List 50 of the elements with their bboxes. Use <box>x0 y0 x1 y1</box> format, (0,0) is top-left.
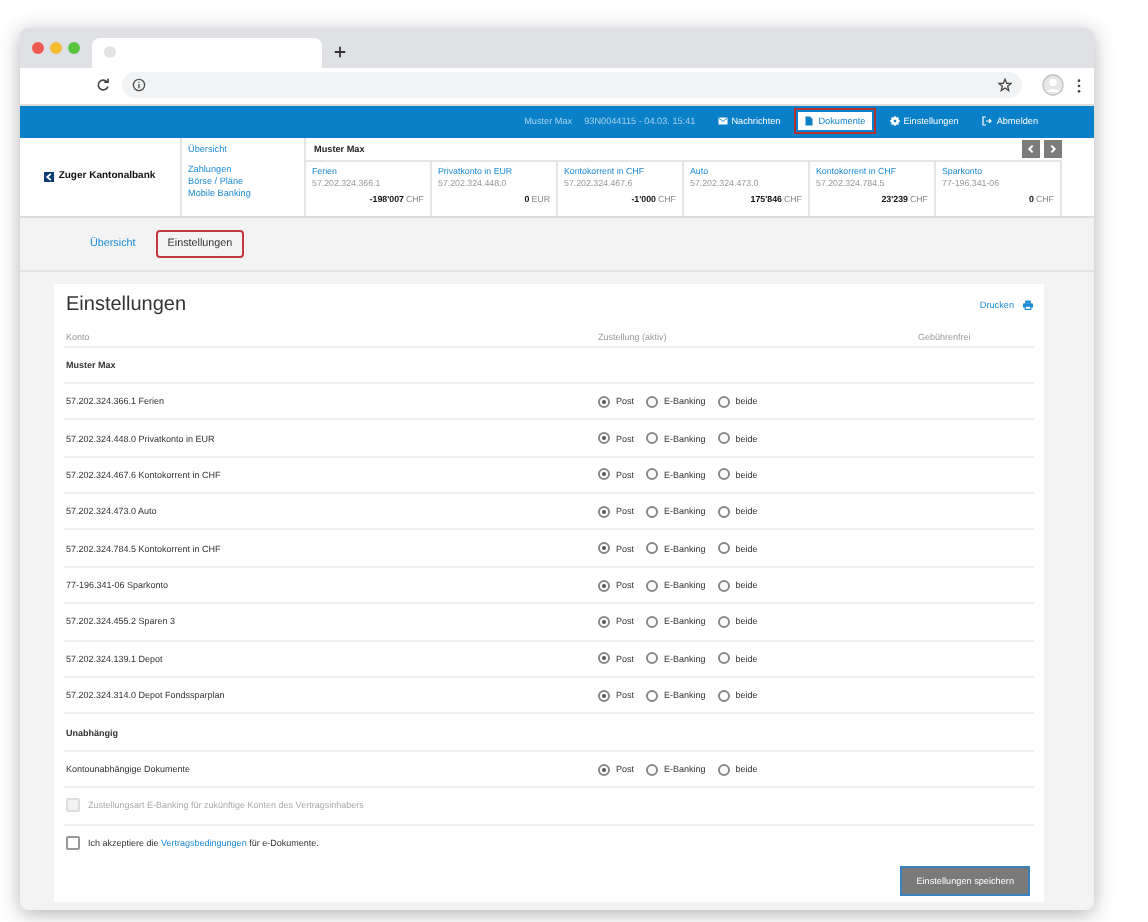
previous-button[interactable] <box>1022 139 1040 158</box>
radio-button[interactable] <box>598 542 610 555</box>
radio-button[interactable] <box>717 689 730 702</box>
info-icon <box>132 78 146 93</box>
chevron-right-icon <box>1048 143 1058 154</box>
bookmark-star-icon[interactable] <box>998 78 1012 93</box>
profile-avatar-icon[interactable] <box>1042 74 1064 97</box>
radio-button[interactable] <box>717 468 730 481</box>
radio-button[interactable] <box>646 468 659 481</box>
radio-button[interactable] <box>646 652 659 665</box>
next-button[interactable] <box>1044 139 1062 158</box>
radio-button[interactable] <box>598 763 610 776</box>
radio-button[interactable] <box>598 432 610 444</box>
settings-icon <box>889 116 900 127</box>
radio-button[interactable] <box>717 542 730 555</box>
radio-button[interactable] <box>598 579 610 592</box>
close-window-icon[interactable] <box>32 41 44 54</box>
radio-button[interactable] <box>717 579 730 592</box>
envelope-icon <box>717 116 728 127</box>
new-tab-icon[interactable] <box>334 45 346 58</box>
radio-button[interactable] <box>598 468 610 481</box>
radio-button[interactable] <box>717 432 730 444</box>
reload-icon[interactable] <box>96 78 110 93</box>
document-icon <box>804 116 815 127</box>
radio-button[interactable] <box>717 395 730 408</box>
radio-button[interactable] <box>598 615 610 628</box>
radio-button[interactable] <box>717 763 730 776</box>
printer-icon[interactable] <box>1022 300 1034 311</box>
radio-button[interactable] <box>646 542 659 555</box>
radio-button[interactable] <box>646 579 659 592</box>
logout-icon <box>982 116 993 127</box>
radio-button[interactable] <box>598 689 610 702</box>
radio-button[interactable] <box>646 505 659 518</box>
radio-button[interactable] <box>646 689 659 702</box>
settings-title: Einstellungen <box>64 294 189 317</box>
checkbox[interactable] <box>66 835 80 850</box>
radio-button[interactable] <box>598 395 610 408</box>
radio-button[interactable] <box>717 615 730 628</box>
radio-button[interactable] <box>646 395 659 408</box>
radio-button[interactable] <box>598 652 610 665</box>
radio-button[interactable] <box>717 652 730 665</box>
favicon-icon <box>104 46 116 59</box>
radio-button[interactable] <box>598 505 610 518</box>
radio-button[interactable] <box>646 615 659 628</box>
radio-button[interactable] <box>646 432 659 444</box>
more-menu-icon[interactable] <box>1076 77 1082 94</box>
bank-logo-icon <box>44 171 55 182</box>
radio-button[interactable] <box>717 505 730 518</box>
chevron-left-icon <box>1026 143 1036 154</box>
radio-button[interactable] <box>646 763 659 776</box>
